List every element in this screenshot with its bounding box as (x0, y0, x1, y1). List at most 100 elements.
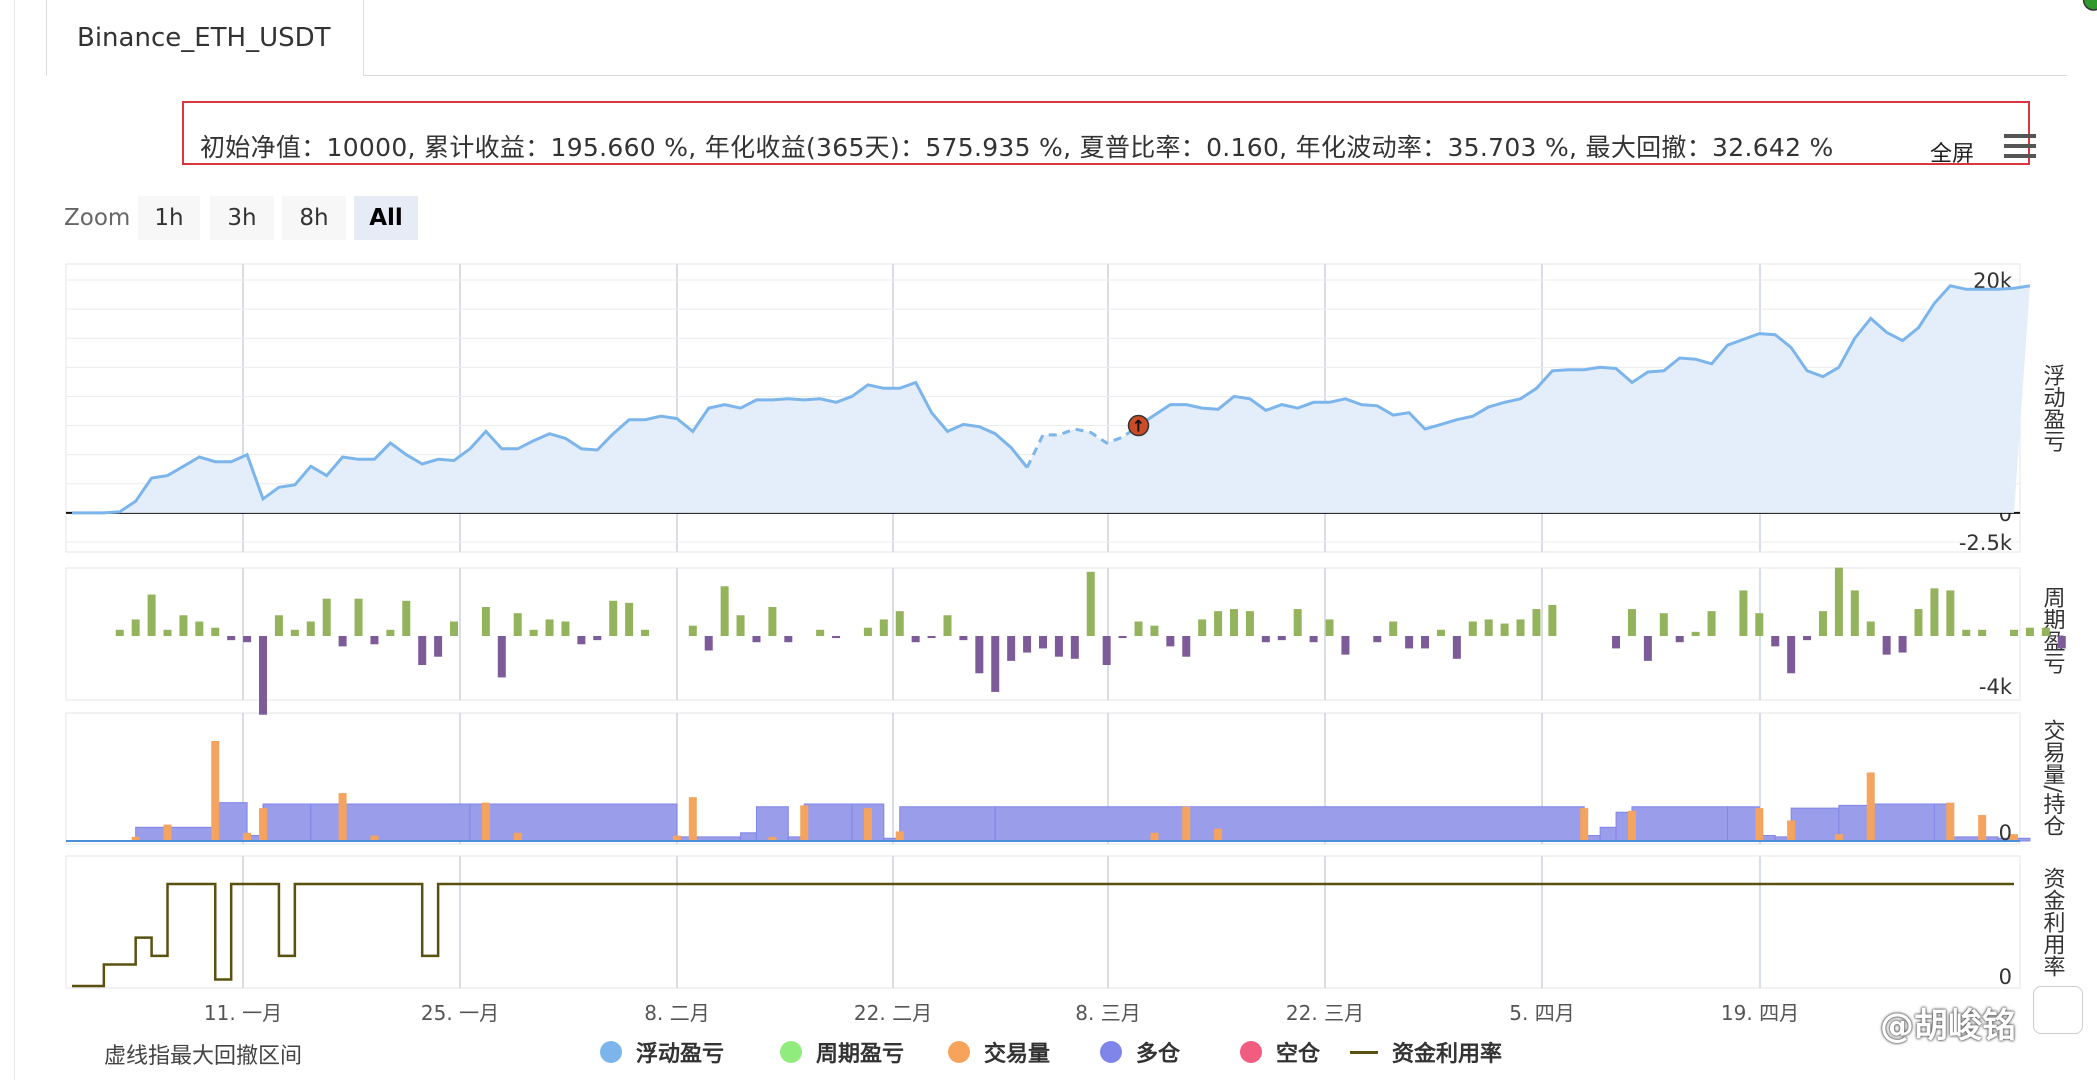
long-position-bar (135, 826, 216, 842)
legend-item[interactable]: 交易量 (948, 1036, 1050, 1068)
period-pnl-bar (1755, 613, 1764, 636)
period-pnl-bar (450, 621, 459, 636)
legend-item[interactable]: 周期盈亏 (780, 1036, 904, 1068)
y-tick-label: 0 (1999, 821, 2012, 845)
long-position-bar (246, 835, 264, 842)
long-position-bar (1933, 803, 1951, 842)
legend-swatch (1350, 1050, 1378, 1054)
volume-bar (688, 797, 697, 841)
period-pnl-bar (1277, 636, 1286, 641)
x-tick-label: 8. 三月 (1075, 1001, 1140, 1025)
period-pnl-bar (259, 636, 268, 715)
period-pnl-bar (211, 627, 220, 636)
zoom-1h-button[interactable]: 1h (138, 196, 200, 240)
period-pnl-bar (1182, 636, 1191, 657)
period-pnl-bar (1866, 621, 1875, 636)
y-tick-label: 0 (1999, 965, 2012, 989)
y-tick-label: 5k (1986, 444, 2012, 468)
period-pnl-bar (1102, 636, 1111, 665)
long-position-bar (1726, 806, 1760, 842)
volume-bar (1787, 820, 1796, 841)
long-position-bar (899, 806, 996, 842)
period-pnl-bar (1007, 636, 1016, 661)
period-pnl-bar (274, 615, 283, 636)
period-pnl-bar (1261, 636, 1270, 643)
period-pnl-bar (641, 629, 650, 636)
period-pnl-bar (1978, 629, 1987, 636)
period-pnl-bar (1627, 609, 1636, 636)
long-position-bar (740, 832, 757, 842)
period-pnl-bar (1086, 571, 1095, 636)
volume-bar (1866, 772, 1875, 841)
period-pnl-bar (2010, 629, 2018, 636)
period-pnl-bar (529, 629, 538, 636)
period-pnl-bar (1500, 623, 1509, 636)
period-pnl-bar (1452, 636, 1461, 659)
period-pnl-bar (1675, 636, 1684, 643)
period-pnl-bar (1739, 590, 1748, 636)
zoom-8h-button[interactable]: 8h (282, 196, 346, 240)
panel-frame (65, 263, 2021, 553)
legend-label: 多仓 (1136, 1042, 1181, 1067)
period-pnl-bar (402, 600, 411, 636)
period-pnl-bar (497, 636, 506, 678)
period-pnl-bar (688, 625, 697, 636)
period-pnl-bar (545, 619, 554, 636)
y-tick-label: 7.5k (1966, 415, 2012, 439)
hamburger-menu-icon[interactable] (2004, 134, 2036, 162)
legend-label: 周期盈亏 (816, 1042, 905, 1067)
y-tick-label: 17.5k (1953, 298, 2013, 322)
period-pnl-bar (1818, 611, 1827, 636)
legend-item[interactable]: 浮动盈亏 (600, 1036, 724, 1068)
volume-bar (1580, 808, 1589, 841)
legend-item[interactable]: 资金利用率 (1350, 1036, 1502, 1068)
period-pnl-bar (561, 621, 570, 636)
pnl-area-fill (72, 285, 2030, 513)
volume-bar (1755, 808, 1764, 841)
period-pnl-bar (1643, 636, 1652, 661)
watermark: @胡峻铭 (1880, 1006, 2016, 1046)
legend-item[interactable]: 空仓 (1240, 1036, 1320, 1068)
tab-binance-eth-usdt[interactable]: Binance_ETH_USDT (46, 0, 364, 76)
legend-swatch (1100, 1041, 1122, 1063)
legend-swatch (600, 1041, 622, 1063)
period-pnl-bar (322, 598, 331, 636)
period-pnl-bar (1898, 636, 1907, 653)
period-pnl-bar (1850, 590, 1859, 636)
x-tick-label: 19. 四月 (1721, 1001, 1799, 1025)
long-position-bar (1599, 826, 1617, 842)
volume-bar (672, 835, 681, 841)
long-position-bar (469, 803, 487, 842)
volume-bar (243, 832, 252, 841)
volume-bar (895, 831, 904, 841)
period-pnl-bar (179, 615, 188, 636)
period-pnl-bar (720, 586, 729, 636)
zoom-3h-button[interactable]: 3h (210, 196, 274, 240)
period-pnl-bar (481, 607, 490, 636)
period-pnl-bar (1962, 629, 1971, 636)
x-tick-label: 11. 一月 (204, 1001, 282, 1025)
volume-bar (163, 824, 172, 841)
period-pnl-bar (2041, 627, 2050, 636)
pnl-drawdown-dashed-line (1025, 424, 1140, 469)
period-pnl-bar (513, 613, 522, 636)
legend-item[interactable]: 多仓 (1100, 1036, 1180, 1068)
long-position-bar (883, 837, 901, 842)
long-position-bar (1790, 807, 1840, 842)
zoom-all-button[interactable]: All (354, 196, 418, 240)
long-position-bar (851, 803, 885, 842)
fullscreen-button[interactable]: 全屏 (1930, 136, 1974, 168)
period-pnl-bar (1293, 609, 1302, 636)
volume-bar (1182, 806, 1191, 841)
scroll-top-button[interactable] (2033, 986, 2083, 1034)
volume-bar (131, 836, 140, 841)
period-pnl-bar (115, 629, 124, 636)
period-pnl-bar (2057, 636, 2066, 649)
period-pnl-bar (784, 636, 793, 643)
volume-bar (2010, 834, 2018, 841)
period-pnl-bar (1309, 636, 1318, 643)
long-position-bar (262, 803, 312, 842)
period-pnl-bar (1612, 636, 1621, 649)
period-pnl-bar (354, 598, 363, 636)
panel-frame (65, 855, 2021, 989)
